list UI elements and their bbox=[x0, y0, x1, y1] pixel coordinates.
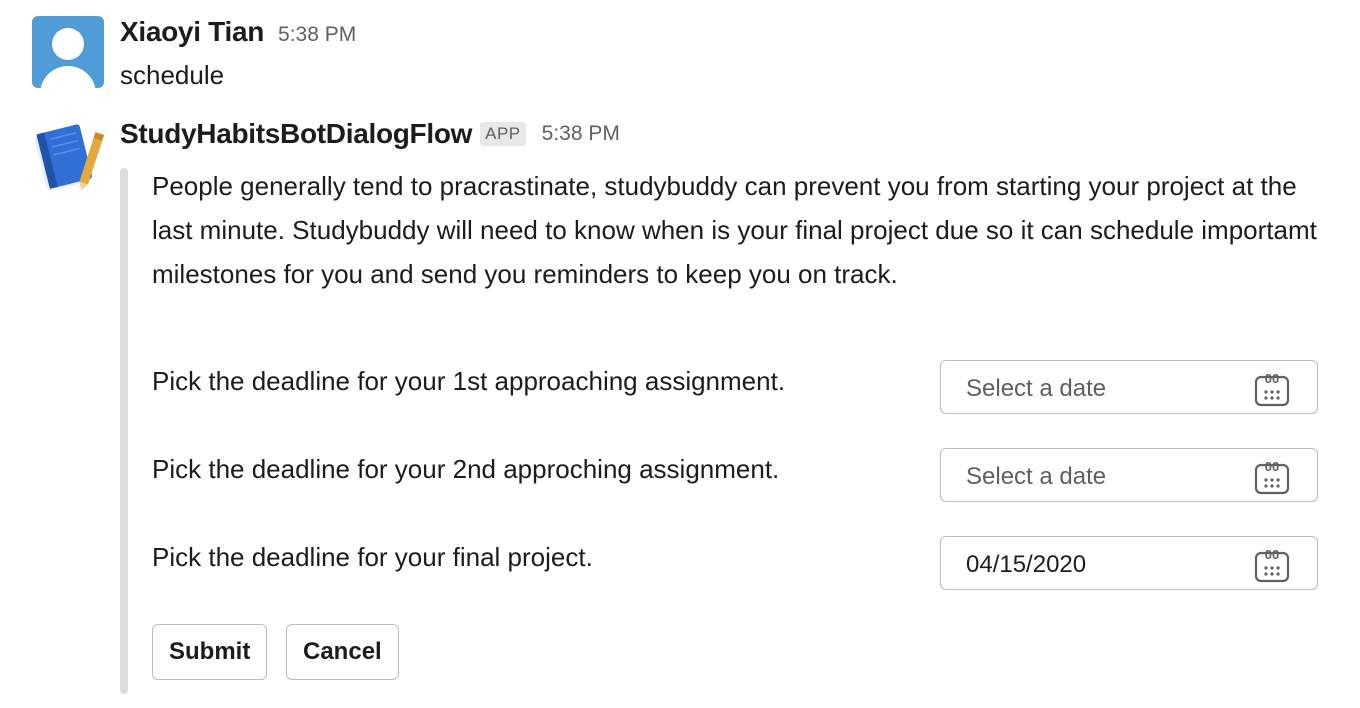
date-picker-2[interactable]: Select a date 00 bbox=[940, 448, 1318, 502]
date-picker-1[interactable]: Select a date 00 bbox=[940, 360, 1318, 414]
deadline-label-3: Pick the deadline for your final project… bbox=[152, 542, 593, 572]
app-badge: APP bbox=[480, 122, 526, 146]
deadline-label-1: Pick the deadline for your 1st approachi… bbox=[152, 366, 786, 396]
cancel-button[interactable]: Cancel bbox=[286, 624, 399, 680]
svg-text:00: 00 bbox=[1265, 459, 1279, 474]
date-picker-2-value: Select a date bbox=[966, 463, 1107, 490]
user-message-header: Xiaoyi Tian 5:38 PM bbox=[120, 16, 356, 48]
submit-button[interactable]: Submit bbox=[152, 624, 268, 680]
calendar-icon: 00 bbox=[1254, 547, 1290, 583]
notebook-pencil-icon[interactable] bbox=[30, 122, 106, 194]
user-name[interactable]: Xiaoyi Tian bbox=[120, 16, 264, 48]
svg-text:00: 00 bbox=[1265, 371, 1279, 386]
calendar-icon: 00 bbox=[1254, 459, 1290, 495]
date-picker-1-value: Select a date bbox=[966, 375, 1107, 402]
svg-text:00: 00 bbox=[1265, 547, 1279, 562]
user-avatar-icon[interactable] bbox=[32, 16, 104, 88]
deadline-label-2: Pick the deadline for your 2nd approchin… bbox=[152, 454, 780, 484]
user-message-text: schedule bbox=[120, 60, 225, 90]
bot-intro-text: People generally tend to pracrastinate, … bbox=[152, 171, 1317, 289]
bot-message-time[interactable]: 5:38 PM bbox=[542, 122, 620, 146]
bot-name[interactable]: StudyHabitsBotDialogFlow bbox=[120, 118, 472, 150]
date-picker-3[interactable]: 04/15/2020 00 bbox=[940, 536, 1318, 590]
user-message-time[interactable]: 5:38 PM bbox=[278, 23, 356, 47]
attachment-bar bbox=[120, 168, 128, 694]
date-picker-3-value: 04/15/2020 bbox=[966, 551, 1087, 578]
bot-message-header: StudyHabitsBotDialogFlow APP 5:38 PM bbox=[120, 118, 620, 150]
calendar-icon: 00 bbox=[1254, 371, 1290, 407]
